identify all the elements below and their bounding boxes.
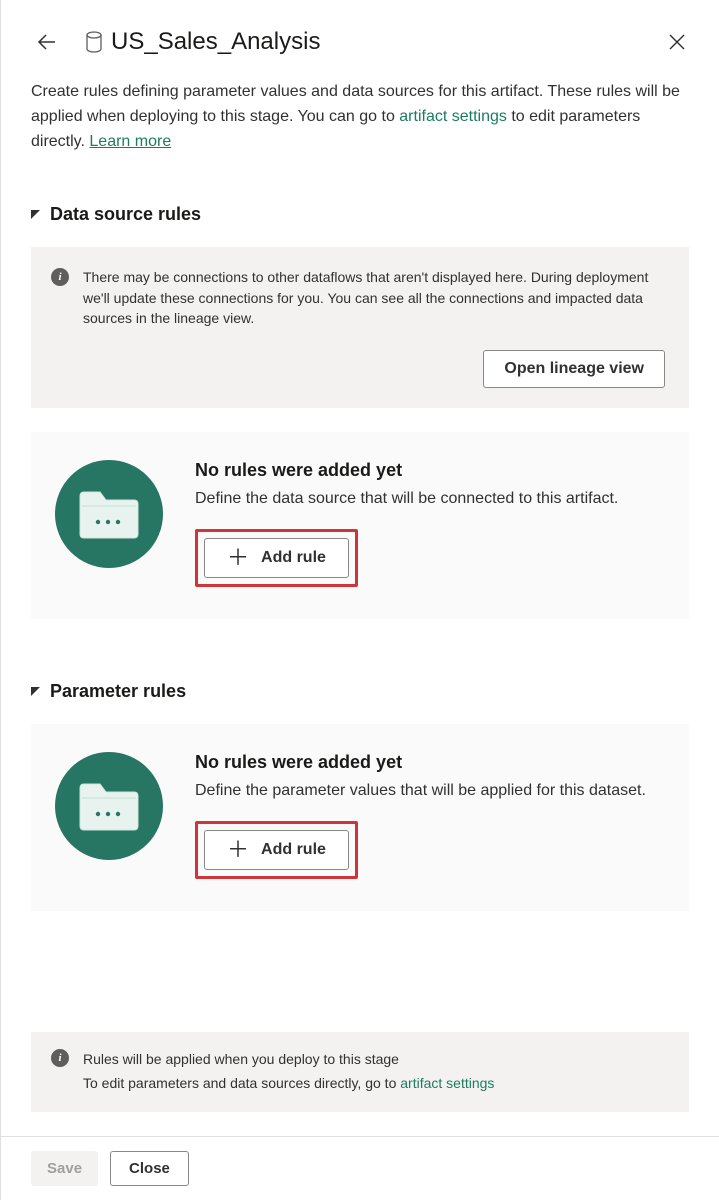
footer-info-card: i Rules will be applied when you deploy … [31, 1032, 689, 1112]
parameter-empty-desc: Define the parameter values that will be… [195, 779, 665, 803]
add-parameter-rule-button[interactable]: ＋ Add rule [204, 830, 349, 870]
open-lineage-button[interactable]: Open lineage view [483, 350, 665, 388]
data-source-section-header[interactable]: Data source rules [31, 204, 689, 225]
page-title: US_Sales_Analysis [111, 28, 320, 56]
footer-line1: Rules will be applied when you deploy to… [83, 1048, 494, 1072]
highlight-annotation: ＋ Add rule [195, 529, 358, 587]
chevron-icon [31, 687, 40, 696]
close-icon [667, 32, 687, 52]
parameter-empty-title: No rules were added yet [195, 752, 665, 773]
footer-artifact-settings-link[interactable]: artifact settings [400, 1075, 494, 1091]
folder-icon [55, 460, 163, 568]
folder-icon [55, 752, 163, 860]
close-button[interactable] [663, 28, 691, 59]
data-source-info-text: There may be connections to other datafl… [83, 267, 665, 328]
highlight-annotation: ＋ Add rule [195, 821, 358, 879]
parameter-title: Parameter rules [50, 681, 186, 702]
plus-icon: ＋ [227, 547, 249, 569]
back-button[interactable] [29, 24, 65, 60]
add-data-source-rule-button[interactable]: ＋ Add rule [204, 538, 349, 578]
artifact-settings-link[interactable]: artifact settings [399, 108, 507, 125]
save-button[interactable]: Save [31, 1151, 98, 1186]
data-source-empty-desc: Define the data source that will be conn… [195, 487, 665, 511]
dataset-icon [85, 31, 103, 53]
plus-icon: ＋ [227, 839, 249, 861]
arrow-left-icon [35, 30, 59, 54]
info-icon: i [51, 1049, 69, 1067]
parameter-empty-card: No rules were added yet Define the param… [31, 724, 689, 911]
data-source-info-card: i There may be connections to other data… [31, 247, 689, 408]
chevron-icon [31, 210, 40, 219]
intro-text: Create rules defining parameter values a… [31, 80, 689, 154]
footer-line2: To edit parameters and data sources dire… [83, 1075, 400, 1091]
data-source-empty-title: No rules were added yet [195, 460, 665, 481]
close-bottom-button[interactable]: Close [110, 1151, 189, 1186]
bottom-bar: Save Close [1, 1136, 719, 1200]
data-source-empty-card: No rules were added yet Define the data … [31, 432, 689, 619]
data-source-title: Data source rules [50, 204, 201, 225]
learn-more-link[interactable]: Learn more [89, 133, 171, 150]
parameter-section-header[interactable]: Parameter rules [31, 681, 689, 702]
info-icon: i [51, 268, 69, 286]
